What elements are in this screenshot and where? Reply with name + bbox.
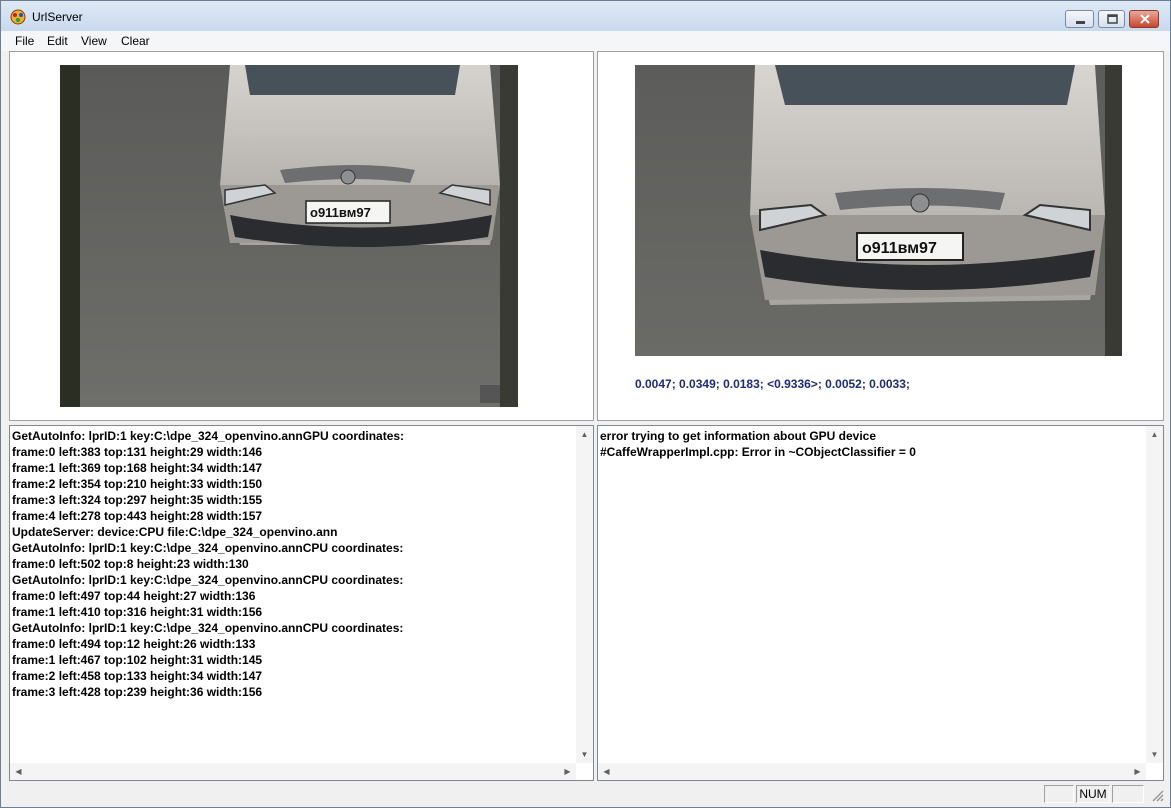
camera-frame-right: о911вм97 xyxy=(635,65,1122,356)
log-right-vscroll[interactable]: ▲ ▼ xyxy=(1146,426,1163,763)
menu-file[interactable]: File xyxy=(15,34,34,48)
menu-view[interactable]: View xyxy=(81,34,107,48)
log-line: frame:0 left:494 top:12 height:26 width:… xyxy=(12,637,256,651)
log-line: frame:3 left:324 top:297 height:35 width… xyxy=(12,493,263,507)
minimize-icon xyxy=(1076,21,1085,24)
log-line: frame:0 left:502 top:8 height:23 width:1… xyxy=(12,557,249,571)
classifier-scores: 0.0047; 0.0349; 0.0183; <0.9336>; 0.0052… xyxy=(635,377,910,391)
restore-icon xyxy=(1107,14,1118,24)
scroll-right-icon[interactable]: ▶ xyxy=(559,763,576,780)
status-cell-blank xyxy=(1112,785,1144,803)
left-plate-text: о911вм97 xyxy=(310,205,371,220)
status-bar: NUM xyxy=(1,783,1170,807)
app-icon xyxy=(10,9,26,25)
app-window: UrlServer File Edit View Clear о911вм97 … xyxy=(0,0,1171,808)
menu-bar: File Edit View Clear xyxy=(1,31,1170,51)
scroll-down-icon[interactable]: ▼ xyxy=(576,746,593,763)
log-line: GetAutoInfo: lprID:1 key:C:\dpe_324_open… xyxy=(12,621,404,635)
scroll-right-icon[interactable]: ▶ xyxy=(1129,763,1146,780)
log-line: frame:1 left:410 top:316 height:31 width… xyxy=(12,605,263,619)
status-num: NUM xyxy=(1076,785,1110,803)
log-right-hscroll[interactable]: ◀ ▶ xyxy=(598,763,1146,780)
close-icon xyxy=(1140,14,1150,24)
log-left[interactable]: GetAutoInfo: lprID:1 key:C:\dpe_324_open… xyxy=(9,425,594,781)
log-left-vscroll[interactable]: ▲ ▼ xyxy=(576,426,593,763)
log-line: GetAutoInfo: lprID:1 key:C:\dpe_324_open… xyxy=(12,429,405,443)
log-line: frame:1 left:467 top:102 height:31 width… xyxy=(12,653,263,667)
log-line: GetAutoInfo: lprID:1 key:C:\dpe_324_open… xyxy=(12,573,404,587)
log-line: frame:2 left:458 top:133 height:34 width… xyxy=(12,669,263,683)
right-plate-text: о911вм97 xyxy=(862,240,937,257)
resize-grip-icon[interactable] xyxy=(1151,789,1165,803)
scroll-up-icon[interactable]: ▲ xyxy=(576,426,593,443)
log-line: frame:0 left:383 top:131 height:29 width… xyxy=(12,445,263,459)
log-line: GetAutoInfo: lprID:1 key:C:\dpe_324_open… xyxy=(12,541,404,555)
log-left-text: GetAutoInfo: lprID:1 key:C:\dpe_324_open… xyxy=(12,428,404,700)
log-line: frame:4 left:278 top:443 height:28 width… xyxy=(12,509,263,523)
scroll-left-icon[interactable]: ◀ xyxy=(598,763,615,780)
camera-frame-left: о911вм97 xyxy=(60,65,518,407)
log-right[interactable]: error trying to get information about GP… xyxy=(597,425,1164,781)
log-line: frame:0 left:497 top:44 height:27 width:… xyxy=(12,589,256,603)
log-line: #CaffeWrapperImpl.cpp: Error in ~CObject… xyxy=(600,445,916,459)
log-right-text: error trying to get information about GP… xyxy=(600,428,916,460)
log-left-hscroll[interactable]: ◀ ▶ xyxy=(10,763,576,780)
scroll-up-icon[interactable]: ▲ xyxy=(1146,426,1163,443)
scroll-left-icon[interactable]: ◀ xyxy=(10,763,27,780)
log-line: UpdateServer: device:CPU file:C:\dpe_324… xyxy=(12,525,338,539)
menu-clear[interactable]: Clear xyxy=(121,34,150,48)
menu-edit[interactable]: Edit xyxy=(47,34,68,48)
log-line: frame:1 left:369 top:168 height:34 width… xyxy=(12,461,263,475)
log-line: frame:2 left:354 top:210 height:33 width… xyxy=(12,477,263,491)
status-cell-blank xyxy=(1044,785,1074,803)
close-button[interactable] xyxy=(1129,10,1159,28)
scroll-down-icon[interactable]: ▼ xyxy=(1146,746,1163,763)
minimize-button[interactable] xyxy=(1065,10,1094,28)
window-title: UrlServer xyxy=(32,10,83,24)
log-line: error trying to get information about GP… xyxy=(600,429,877,443)
log-line: frame:3 left:428 top:239 height:36 width… xyxy=(12,685,263,699)
title-bar[interactable]: UrlServer xyxy=(1,1,1170,31)
maximize-button[interactable] xyxy=(1098,10,1125,28)
